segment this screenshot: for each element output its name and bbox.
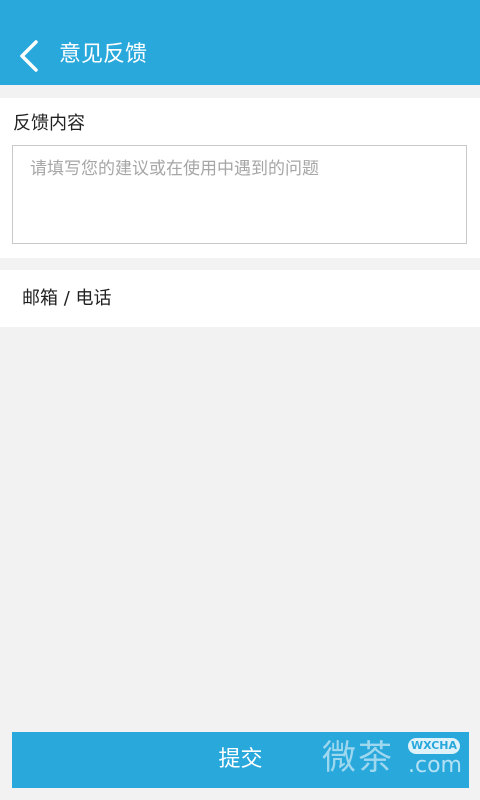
submit-button[interactable]: 提交 <box>12 732 469 788</box>
app-header: 意见反馈 <box>0 0 480 85</box>
chevron-left-icon <box>12 34 52 78</box>
feedback-label: 反馈内容 <box>13 113 85 134</box>
contact-input[interactable] <box>0 270 480 327</box>
feedback-textarea[interactable] <box>12 145 467 244</box>
page-title: 意见反馈 <box>59 42 148 67</box>
back-button[interactable] <box>12 34 52 78</box>
